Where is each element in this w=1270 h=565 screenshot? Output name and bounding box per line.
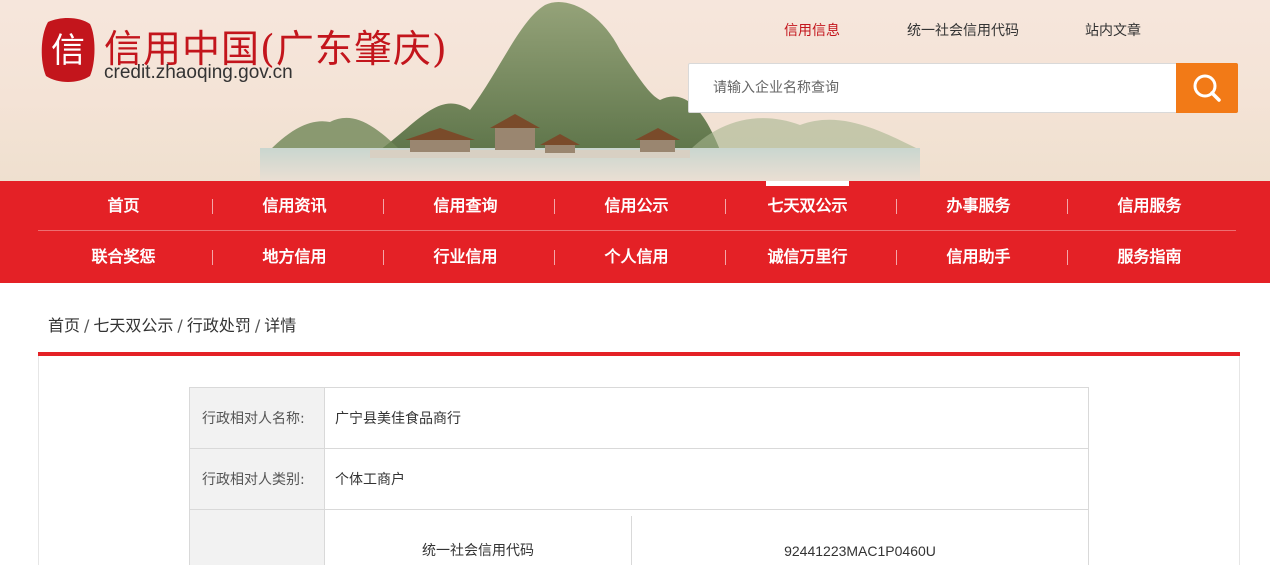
field-label-empty bbox=[189, 509, 325, 565]
site-domain: credit.zhaoqing.gov.cn bbox=[104, 62, 293, 83]
breadcrumb-admin-penalty[interactable]: 行政处罚 bbox=[187, 316, 251, 335]
nav-item-industry-credit[interactable]: 行业信用 bbox=[380, 232, 551, 282]
nav-item-seven-day-publicity[interactable]: 七天双公示 bbox=[722, 181, 893, 231]
breadcrumb-separator: / bbox=[177, 316, 183, 335]
main-nav: 首页 信用资讯 信用查询 信用公示 七天双公示 办事服务 信用服务 联合奖惩 地… bbox=[0, 181, 1270, 283]
nav-item-personal-credit[interactable]: 个人信用 bbox=[551, 232, 722, 282]
nav-item-home[interactable]: 首页 bbox=[38, 181, 209, 231]
nav-item-local-credit[interactable]: 地方信用 bbox=[209, 232, 380, 282]
top-link-credit-info[interactable]: 信用信息 bbox=[784, 20, 840, 40]
site-header: 信 信用中国(广东肇庆) credit.zhaoqing.gov.cn 信用信息… bbox=[0, 0, 1270, 181]
nav-item-credit-service[interactable]: 信用服务 bbox=[1064, 181, 1235, 231]
nav-row-2: 联合奖惩 地方信用 行业信用 个人信用 诚信万里行 信用助手 服务指南 bbox=[38, 232, 1236, 282]
breadcrumb-separator: / bbox=[254, 316, 261, 335]
field-value: 个体工商户 bbox=[324, 448, 1089, 510]
table-row: 行政相对人名称: 广宁县美佳食品商行 bbox=[189, 387, 1089, 449]
credit-code-label: 统一社会信用代码 bbox=[325, 516, 632, 565]
search-icon bbox=[1193, 74, 1221, 102]
breadcrumb-current: 详情 bbox=[264, 316, 297, 335]
field-value: 广宁县美佳食品商行 bbox=[324, 387, 1089, 449]
breadcrumb-seven-day-publicity[interactable]: 七天双公示 bbox=[93, 316, 173, 335]
code-subtable: 统一社会信用代码 92441223MAC1P0460U bbox=[325, 516, 1088, 565]
nav-item-integrity-tour[interactable]: 诚信万里行 bbox=[722, 232, 893, 282]
table-row: 行政相对人类别: 个体工商户 bbox=[189, 448, 1089, 510]
nav-item-credit-assistant[interactable]: 信用助手 bbox=[893, 232, 1064, 282]
nav-row-1: 首页 信用资讯 信用查询 信用公示 七天双公示 办事服务 信用服务 bbox=[38, 181, 1236, 231]
breadcrumb-separator: / bbox=[84, 316, 90, 335]
logo-char: 信 bbox=[51, 31, 85, 71]
nav-item-credit-news[interactable]: 信用资讯 bbox=[209, 181, 380, 231]
code-cell: 统一社会信用代码 92441223MAC1P0460U bbox=[324, 509, 1089, 565]
search-input[interactable] bbox=[689, 64, 1177, 112]
credit-code-value: 92441223MAC1P0460U bbox=[784, 543, 936, 559]
detail-table: 行政相对人名称: 广宁县美佳食品商行 行政相对人类别: 个体工商户 统一社会信用… bbox=[189, 387, 1089, 565]
breadcrumb-home[interactable]: 首页 bbox=[48, 316, 80, 335]
site-logo-seal: 信 bbox=[41, 18, 95, 82]
field-label: 行政相对人类别: bbox=[189, 448, 325, 510]
table-row: 统一社会信用代码 92441223MAC1P0460U bbox=[189, 509, 1089, 565]
top-link-credit-code[interactable]: 统一社会信用代码 bbox=[907, 20, 1019, 40]
nav-item-joint-rewards[interactable]: 联合奖惩 bbox=[38, 232, 209, 282]
search-box bbox=[688, 63, 1238, 113]
nav-item-credit-query[interactable]: 信用查询 bbox=[380, 181, 551, 231]
nav-item-credit-publicity[interactable]: 信用公示 bbox=[551, 181, 722, 231]
nav-item-service-guide[interactable]: 服务指南 bbox=[1064, 232, 1235, 282]
search-button[interactable] bbox=[1176, 63, 1238, 113]
nav-item-affairs-service[interactable]: 办事服务 bbox=[893, 181, 1064, 231]
breadcrumb: 首页 / 七天双公示 / 行政处罚 / 详情 bbox=[48, 312, 296, 336]
top-link-site-articles[interactable]: 站内文章 bbox=[1085, 20, 1141, 40]
field-label: 行政相对人名称: bbox=[189, 387, 325, 449]
